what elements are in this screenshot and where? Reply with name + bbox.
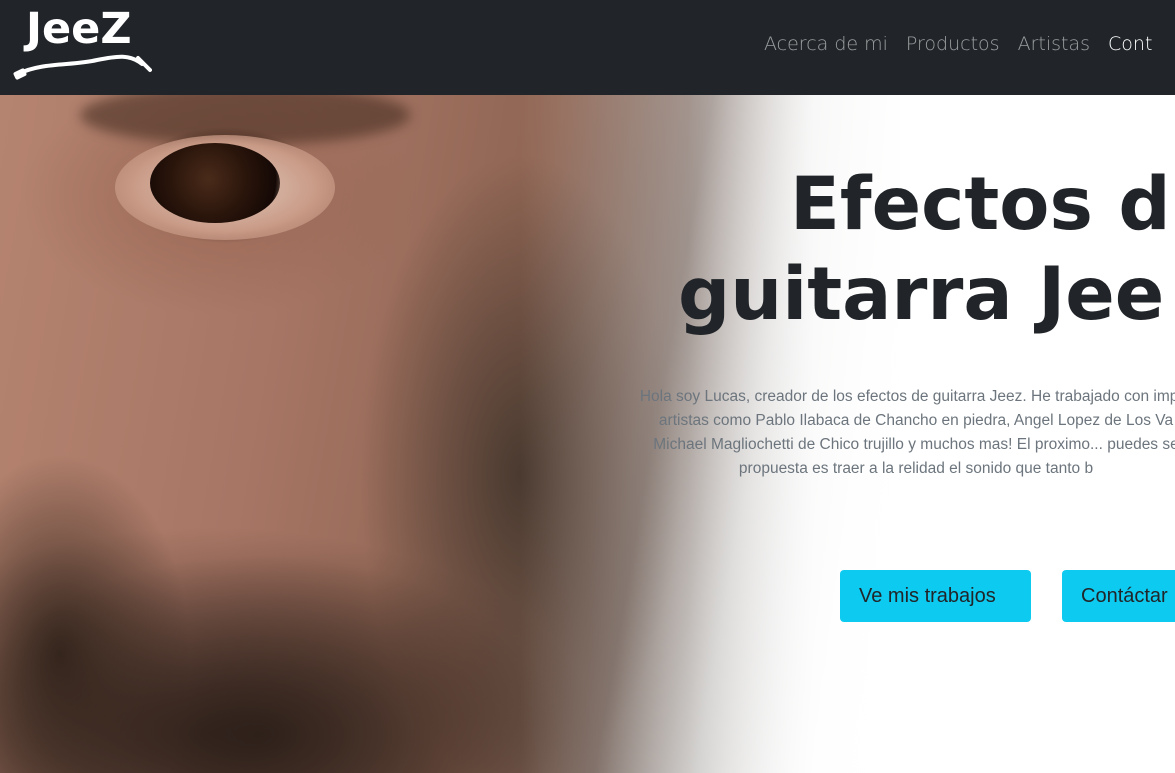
contact-button[interactable]: Contáctar [1062, 570, 1175, 622]
hero-text-line: Hola soy Lucas, creador de los efectos d… [639, 388, 1175, 405]
navbar: JeeZ Acerca de mi Productos Artistas Con… [0, 0, 1175, 95]
nav-links: Acerca de mi Productos Artistas Cont [764, 30, 1170, 58]
hero-title-line2: guitarra Jee [678, 252, 1165, 337]
nav-link-contacto[interactable]: Cont [1108, 30, 1152, 58]
hero-section: Efectos d guitarra Jee Hola soy Lucas, c… [0, 95, 1175, 773]
hero-description: Hola soy Lucas, creador de los efectos d… [536, 385, 1175, 481]
photo-iris [150, 143, 280, 223]
brand-logo[interactable]: JeeZ [12, 6, 152, 80]
hero-text-line: Michael Magliochetti de Chico trujillo y… [653, 436, 1175, 453]
hero-title-line1: Efectos d [790, 162, 1171, 247]
hero-text-line: propuesta es traer a la relidad el sonid… [738, 460, 1094, 477]
guitar-cable-icon [13, 54, 152, 80]
view-works-button[interactable]: Ve mis trabajos [840, 570, 1031, 622]
nav-link-acerca[interactable]: Acerca de mi [764, 30, 888, 58]
nav-link-productos[interactable]: Productos [906, 30, 1000, 58]
hero-text-line: artistas como Pablo Ilabaca de Chancho e… [658, 412, 1174, 429]
hero-title: Efectos d guitarra Jee [670, 160, 1175, 340]
nav-link-artistas[interactable]: Artistas [1018, 30, 1090, 58]
photo-beard [0, 525, 600, 773]
